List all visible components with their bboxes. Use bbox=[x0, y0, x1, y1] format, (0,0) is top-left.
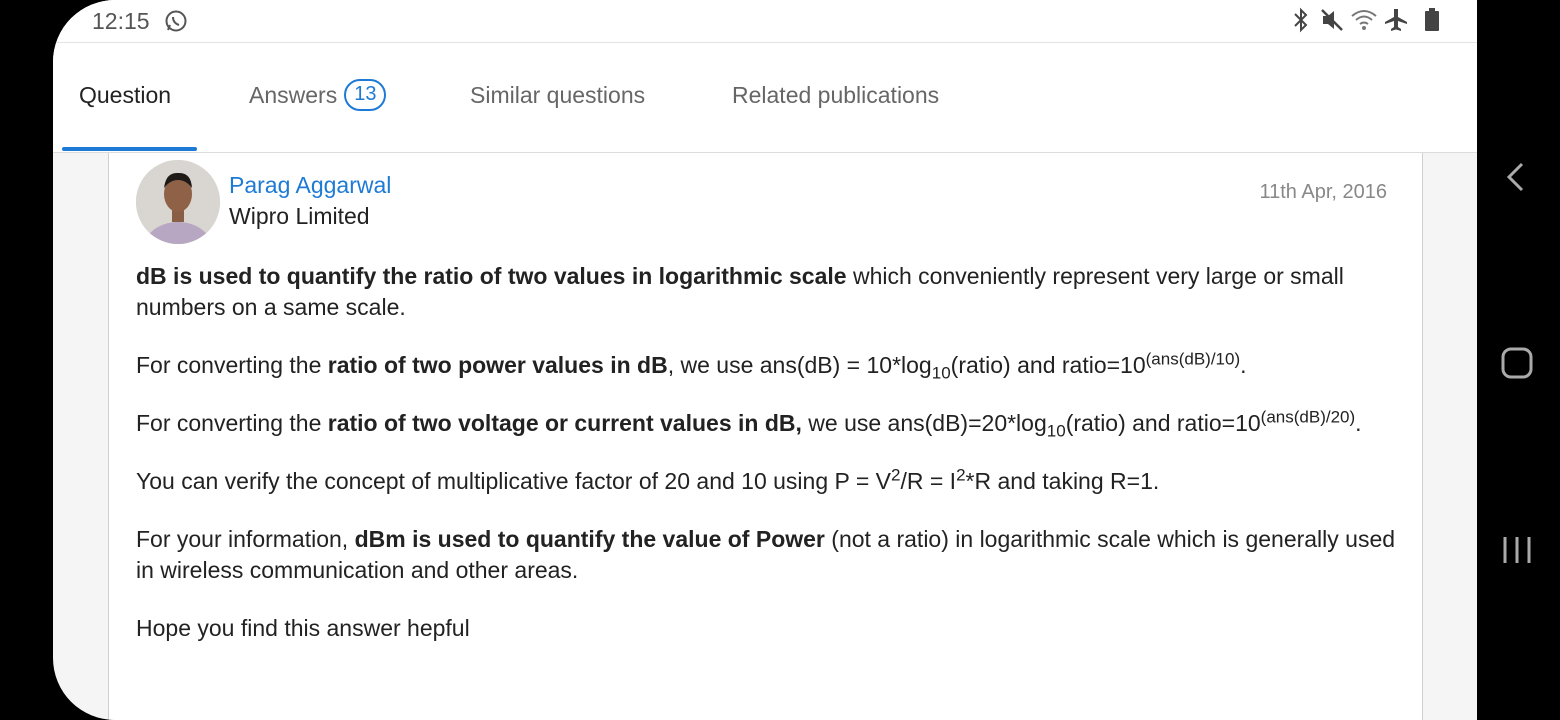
answer-card: Parag Aggarwal Wipro Limited 11th Apr, 2… bbox=[108, 153, 1423, 720]
tab-question[interactable]: Question bbox=[79, 82, 171, 109]
wifi-icon bbox=[1350, 7, 1378, 38]
tab-similar-questions[interactable]: Similar questions bbox=[470, 82, 645, 109]
battery-icon bbox=[1424, 7, 1440, 38]
answer-paragraph: You can verify the concept of multiplica… bbox=[136, 465, 1160, 494]
answer-paragraph: For your information, dBm is used to qua… bbox=[136, 526, 1396, 583]
tab-bar: Question Answers 13 Similar questions Rel… bbox=[53, 43, 1477, 153]
back-icon[interactable] bbox=[1499, 160, 1535, 199]
airplane-icon bbox=[1383, 7, 1409, 38]
recent-apps-icon[interactable] bbox=[1499, 533, 1535, 572]
whatsapp-icon bbox=[164, 9, 188, 38]
tab-answers[interactable]: Answers 13 bbox=[249, 79, 387, 114]
avatar[interactable] bbox=[136, 160, 220, 244]
answer-paragraph: For converting the ratio of two voltage … bbox=[136, 407, 1362, 441]
active-tab-indicator bbox=[62, 147, 197, 151]
answer-date: 11th Apr, 2016 bbox=[1259, 181, 1387, 203]
navigation-bar bbox=[1477, 0, 1560, 720]
answer-paragraph: dB is used to quantify the ratio of two … bbox=[136, 263, 1344, 320]
tab-related-publications[interactable]: Related publications bbox=[732, 82, 939, 109]
status-time: 12:15 bbox=[92, 8, 150, 34]
bluetooth-icon bbox=[1290, 7, 1312, 38]
author-organization: Wipro Limited bbox=[229, 203, 370, 229]
author-name[interactable]: Parag Aggarwal bbox=[229, 172, 391, 199]
answer-body: dB is used to quantify the ratio of two … bbox=[136, 261, 1398, 671]
answer-paragraph: Hope you find this answer hepful bbox=[136, 615, 470, 641]
tab-answers-label: Answers bbox=[249, 82, 338, 108]
mute-icon bbox=[1319, 7, 1345, 38]
status-bar: 12:15 bbox=[53, 0, 1477, 43]
answer-paragraph: For converting the ratio of two power va… bbox=[136, 349, 1247, 383]
app-screen: 12:15 Question Answers 13 Similar questio… bbox=[53, 0, 1477, 720]
home-icon[interactable] bbox=[1499, 346, 1535, 385]
answers-count-badge: 13 bbox=[344, 79, 387, 111]
